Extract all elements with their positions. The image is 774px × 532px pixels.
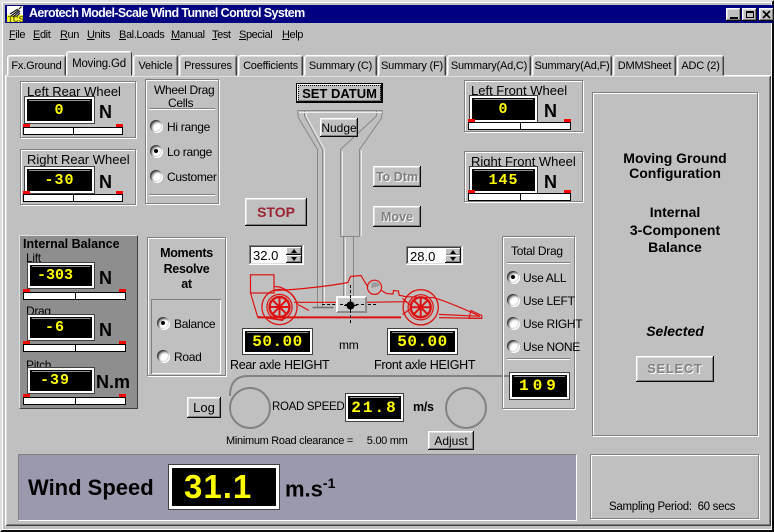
svg-text:TCS: TCS [8,15,23,22]
